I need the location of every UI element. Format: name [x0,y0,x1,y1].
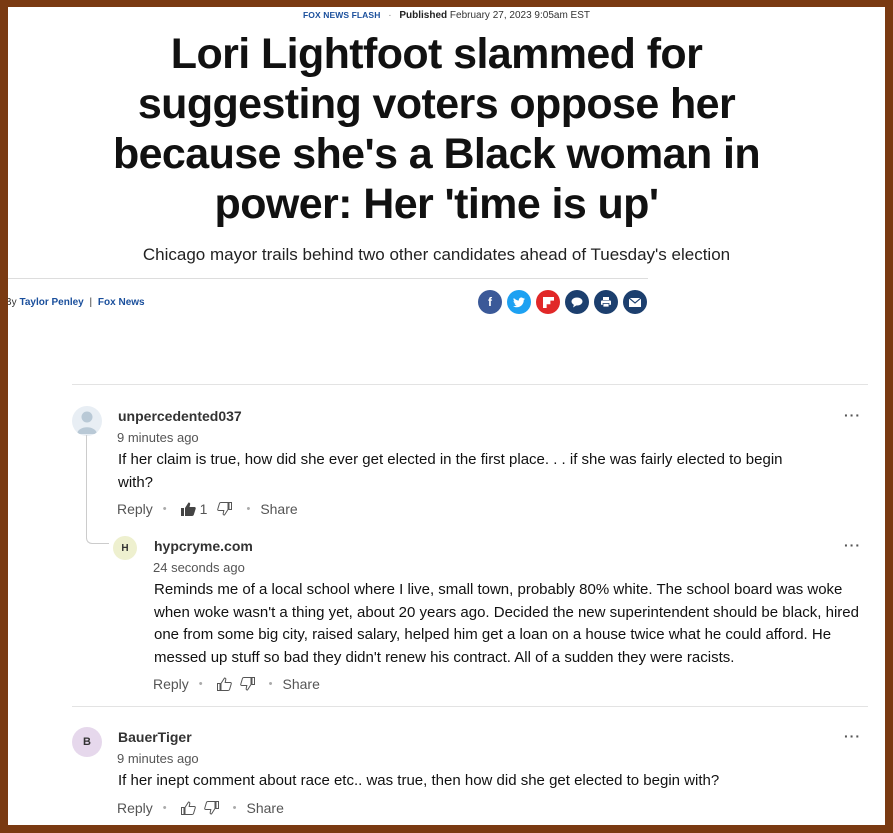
comment-username[interactable]: BauerTiger [118,729,192,745]
email-icon[interactable] [623,290,647,314]
action-separator: • [198,678,203,690]
share-button[interactable]: Share [260,501,297,517]
print-icon[interactable] [594,290,618,314]
avatar[interactable]: H [113,536,137,560]
comment-actions: Reply • • Share [117,800,284,816]
reply-button[interactable]: Reply [153,676,189,692]
comments-divider [72,706,868,707]
subhead: Chicago mayor trails behind two other ca… [142,245,731,264]
share-button[interactable]: Share [283,676,320,692]
comment-username[interactable]: unpercedented037 [118,408,242,424]
action-separator: • [268,678,273,690]
comment-timestamp[interactable]: 9 minutes ago [117,751,199,766]
avatar[interactable] [72,406,102,436]
divider [8,278,648,279]
downvote-icon[interactable] [217,502,233,516]
section-kicker[interactable]: FOX NEWS FLASH [303,10,380,20]
comments-divider [72,384,868,385]
comment-actions: Reply • 1 • Share [117,501,298,517]
facebook-icon[interactable]: f [478,290,502,314]
outlet-link[interactable]: Fox News [98,297,145,308]
more-options-button[interactable]: ··· [844,407,861,423]
byline-prefix: By [8,297,17,308]
action-separator: • [232,802,237,814]
meta-separator: · [388,10,392,21]
comment-text: Reminds me of a local school where I liv… [154,581,859,666]
author-link[interactable]: Taylor Penley [19,297,83,308]
article-page: FOX NEWS FLASH · Published February 27, … [8,7,885,825]
share-buttons: f [478,290,647,314]
reply-thread-line [86,435,109,544]
action-separator: • [162,503,167,515]
share-button[interactable]: Share [247,800,284,816]
action-separator: • [162,802,167,814]
comment-timestamp[interactable]: 9 minutes ago [117,430,199,445]
reply-button[interactable]: Reply [117,800,153,816]
comment-actions: Reply • • Share [153,676,320,692]
downvote-icon[interactable] [239,677,255,691]
action-separator: • [246,503,251,515]
upvote-icon[interactable] [180,502,196,516]
comment-text: If her inept comment about race etc.. wa… [118,772,720,789]
byline-separator: | [89,297,93,308]
downvote-icon[interactable] [203,801,219,815]
byline: By Taylor Penley | Fox News [8,297,145,308]
published-date: February 27, 2023 9:05am EST [449,10,590,21]
flipboard-icon[interactable] [536,290,560,314]
comment-username[interactable]: hypcryme.com [154,538,253,554]
like-count: 1 [199,501,208,517]
upvote-icon[interactable] [216,677,232,691]
upvote-icon[interactable] [180,801,196,815]
reply-button[interactable]: Reply [117,501,153,517]
more-options-button[interactable]: ··· [844,537,861,553]
avatar[interactable]: B [72,727,102,757]
twitter-icon[interactable] [507,290,531,314]
published-label: Published [399,10,448,21]
headline: Lori Lightfoot slammed for suggesting vo… [112,30,761,228]
article-meta: FOX NEWS FLASH · Published February 27, … [8,10,885,21]
more-options-button[interactable]: ··· [844,728,861,744]
comments-icon[interactable] [565,290,589,314]
comment-timestamp[interactable]: 24 seconds ago [153,560,245,575]
comment-text: If her claim is true, how did she ever g… [118,451,783,491]
